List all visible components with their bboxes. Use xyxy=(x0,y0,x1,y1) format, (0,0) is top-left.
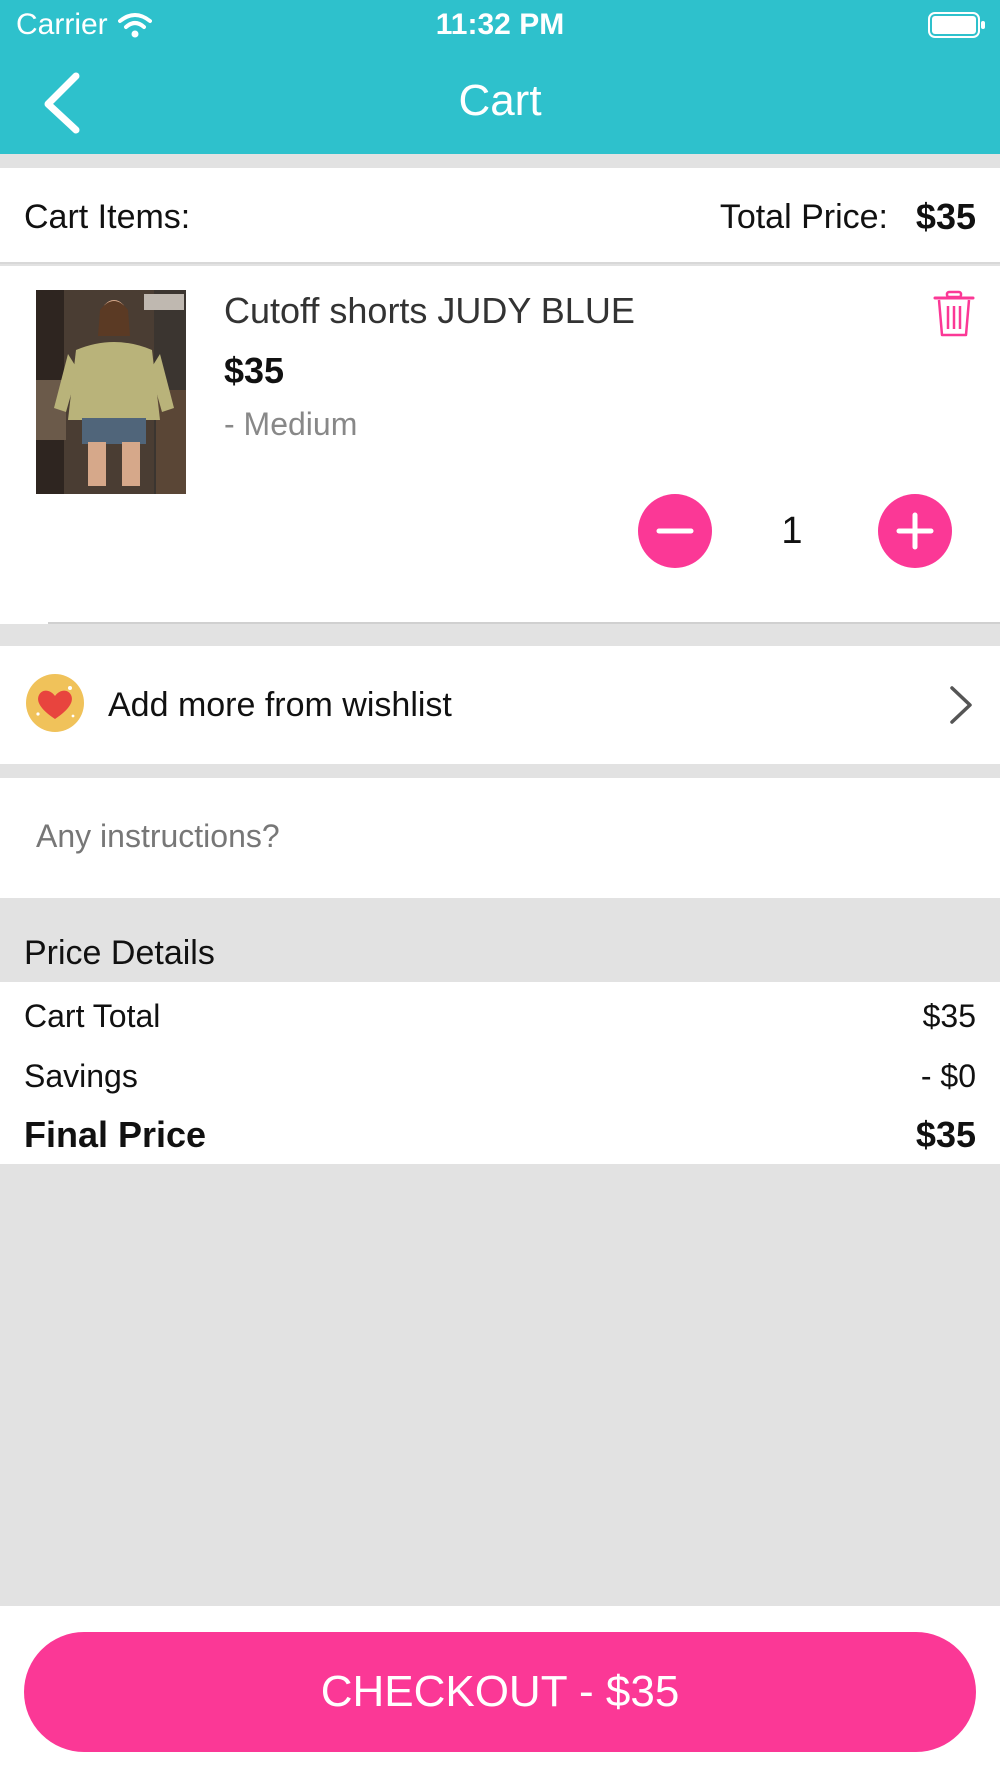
product-price: $35 xyxy=(224,350,285,391)
cart-items-label: Cart Items: xyxy=(24,198,191,236)
cart-item: Cutoff shorts JUDY BLUE $35 - Medium 1 xyxy=(0,266,1000,624)
instructions-input[interactable] xyxy=(36,808,956,864)
cart-total-value: $35 xyxy=(922,998,976,1034)
heart-icon xyxy=(26,674,84,732)
wishlist-label: Add more from wishlist xyxy=(108,686,452,724)
savings-label: Savings xyxy=(24,1058,138,1094)
wishlist-row[interactable]: Add more from wishlist xyxy=(0,646,1000,764)
top-bar: Carrier 11:32 PM Cart xyxy=(0,0,1000,154)
quantity-value: 1 xyxy=(781,510,803,552)
product-variant: - Medium xyxy=(224,406,358,442)
increase-quantity-button[interactable] xyxy=(878,494,952,568)
battery-icon xyxy=(928,12,985,38)
item-divider xyxy=(48,622,1000,624)
checkout-button[interactable]: CHECKOUT - $35 xyxy=(24,1632,976,1752)
price-details-title: Price Details xyxy=(24,934,215,972)
product-name[interactable]: Cutoff shorts JUDY BLUE xyxy=(224,290,635,332)
decrease-quantity-button[interactable] xyxy=(638,494,712,568)
instructions-section xyxy=(0,778,1000,898)
cart-total-label: Cart Total xyxy=(24,998,161,1034)
trash-icon[interactable] xyxy=(932,290,976,338)
final-price-label: Final Price xyxy=(24,1114,207,1155)
minus-icon xyxy=(656,528,694,534)
bottom-bar: CHECKOUT - $35 xyxy=(0,1606,1000,1778)
chevron-right-icon xyxy=(950,686,972,724)
status-time: 11:32 PM xyxy=(435,8,565,41)
final-price-row: Final Price $35 xyxy=(24,1114,976,1156)
price-details: Cart Total $35 Savings - $0 Final Price … xyxy=(0,982,1000,1164)
total-price-label: Total Price: xyxy=(719,198,888,236)
total-price-value: $35 xyxy=(915,196,976,237)
final-price-value: $35 xyxy=(915,1114,976,1155)
savings-value: - $0 xyxy=(920,1058,976,1094)
product-image[interactable] xyxy=(36,290,186,494)
plus-icon xyxy=(896,512,934,550)
page-title: Cart xyxy=(458,76,542,125)
cart-total-row: Cart Total $35 xyxy=(24,998,976,1035)
cart-header: Cart Items: Total Price: $35 xyxy=(0,168,1000,264)
savings-row: Savings - $0 xyxy=(24,1058,976,1095)
